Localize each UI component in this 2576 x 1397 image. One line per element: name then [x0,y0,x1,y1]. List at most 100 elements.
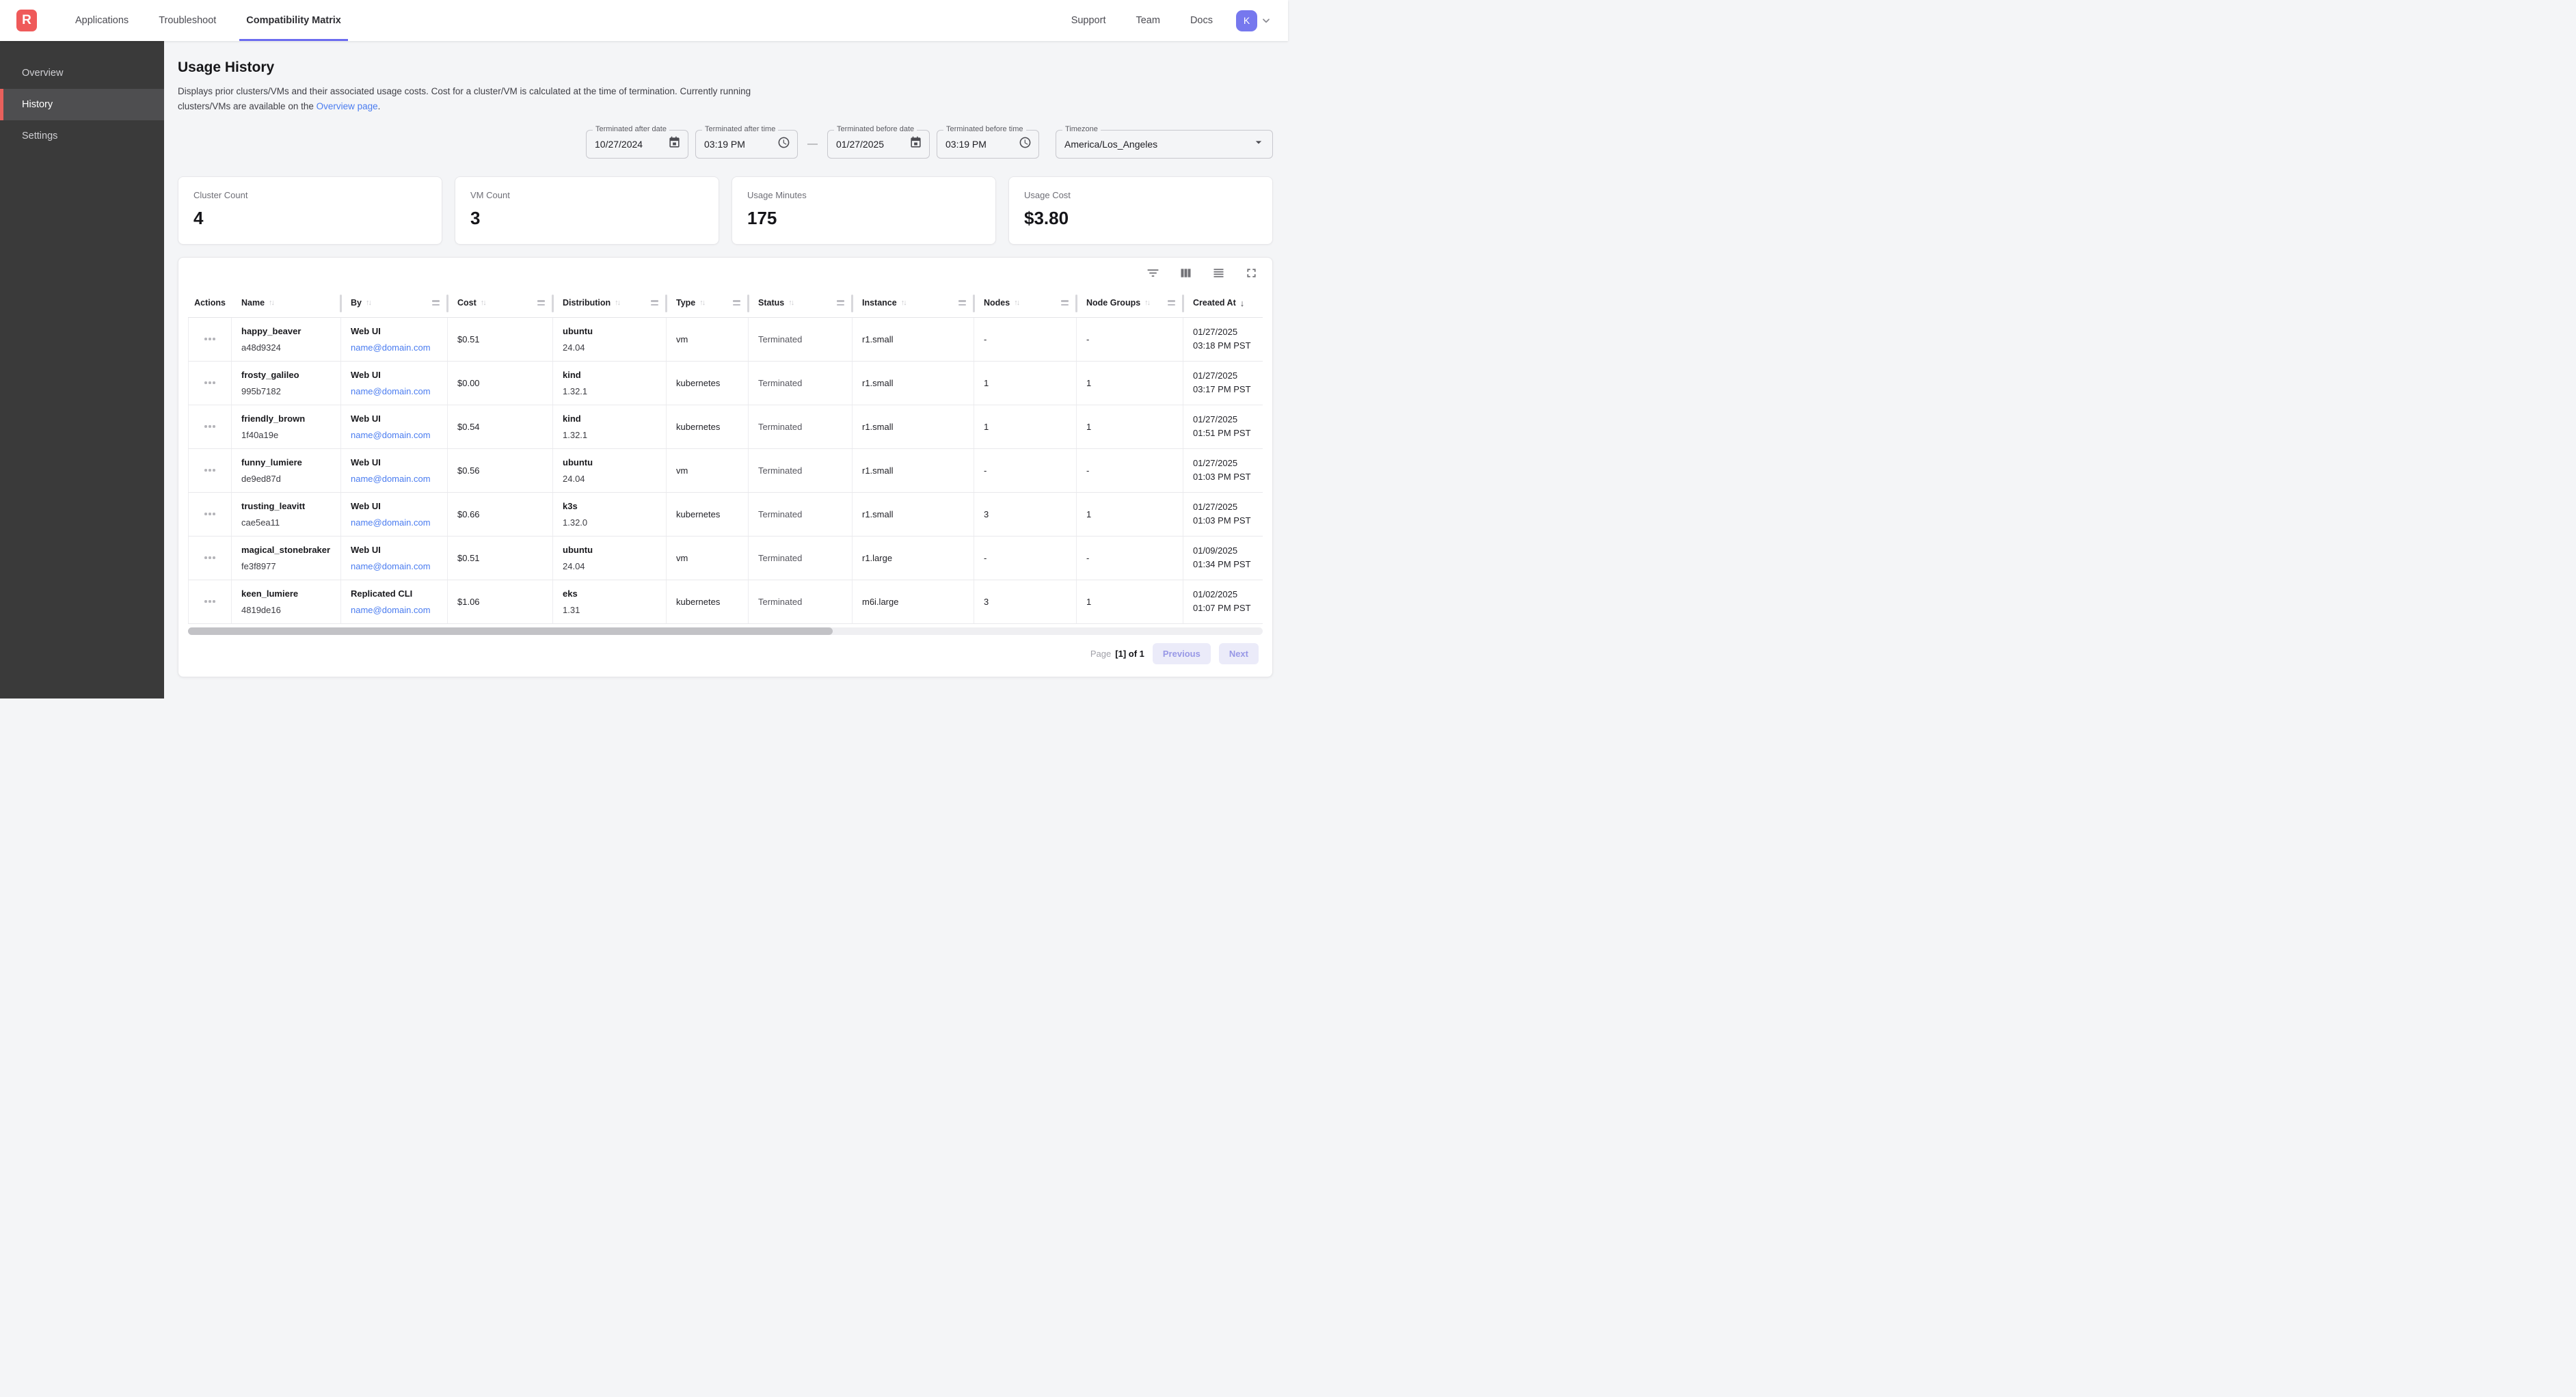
cell-actions[interactable] [188,362,232,405]
sidebar-item-history[interactable]: History [0,89,164,120]
filter-icon[interactable] [1146,266,1160,280]
sort-desc-icon[interactable]: ↓ [1240,298,1245,308]
clock-icon[interactable] [1019,136,1032,152]
created-by-email-link[interactable]: name@domain.com [351,517,438,528]
terminated-before-time-field[interactable]: Terminated before time 03:19 PM [937,130,1039,159]
cell-type: kubernetes [667,580,749,623]
created-by-email-link[interactable]: name@domain.com [351,561,438,571]
terminated-before-date-field[interactable]: Terminated before date 01/27/2025 [827,130,930,159]
column-header-distribution[interactable]: Distribution↑↓ [553,289,667,317]
cell-actions[interactable] [188,580,232,623]
column-filter-icon[interactable] [432,300,440,306]
sort-icon[interactable]: ↑↓ [269,299,273,307]
column-filter-icon[interactable] [1061,300,1069,306]
column-filter-icon[interactable] [651,300,658,306]
column-header-node_groups[interactable]: Node Groups↑↓ [1077,289,1183,317]
cell-actions[interactable] [188,318,232,361]
created-by-email-link[interactable]: name@domain.com [351,474,438,484]
nav-link-support[interactable]: Support [1071,15,1106,26]
columns-icon[interactable] [1179,266,1193,280]
column-header-instance[interactable]: Instance ↑↓ [853,289,974,317]
next-button[interactable]: Next [1219,643,1259,664]
terminated-after-time-field[interactable]: Terminated after time 03:19 PM [695,130,798,159]
created-by-email-link[interactable]: name@domain.com [351,430,438,440]
calendar-icon[interactable] [668,136,681,152]
fullscreen-icon[interactable] [1244,266,1259,280]
sort-icon[interactable]: ↑↓ [788,299,793,307]
cell-actions[interactable] [188,537,232,580]
sidebar-item-settings[interactable]: Settings [0,120,164,152]
column-separator [552,295,554,312]
row-actions-icon[interactable] [204,469,215,472]
cell-actions[interactable] [188,493,232,536]
terminated-after-date-field[interactable]: Terminated after date 10/27/2024 [586,130,688,159]
chevron-down-icon[interactable] [1261,15,1272,26]
column-filter-icon[interactable] [537,300,545,306]
row-actions-icon[interactable] [204,556,215,559]
created-by-email-link[interactable]: name@domain.com [351,386,438,396]
sidebar-item-overview[interactable]: Overview [0,57,164,89]
dot [209,338,211,340]
dot [204,381,207,384]
filter-bar [537,304,545,306]
cell-name: magical_stonebrakerfe3f8977 [232,537,341,580]
cell-created: 01/27/202503:17 PM PST [1183,362,1263,405]
cell-created: 01/09/202501:34 PM PST [1183,537,1263,580]
sort-icon[interactable]: ↑↓ [481,299,485,307]
nodes-value: 3 [984,509,1066,519]
previous-button[interactable]: Previous [1153,643,1211,664]
cell-actions[interactable] [188,449,232,492]
page-title: Usage History [178,59,1273,76]
calendar-icon[interactable] [909,136,922,152]
sort-icon[interactable]: ↑↓ [1144,299,1149,307]
density-icon[interactable] [1211,266,1226,280]
overview-page-link[interactable]: Overview page [317,101,378,111]
column-header-type[interactable]: Type↑↓ [667,289,749,317]
column-header-cost[interactable]: Cost↑↓ [448,289,553,317]
cell-distribution: ubuntu24.04 [553,318,667,361]
clock-icon[interactable] [777,136,790,152]
row-actions-icon[interactable] [204,338,215,340]
row-actions-icon[interactable] [204,425,215,428]
column-filter-icon[interactable] [837,300,844,306]
created-by-email-link[interactable]: name@domain.com [351,342,438,353]
cell-actions[interactable] [188,405,232,448]
column-header-by[interactable]: By↑↓ [341,289,448,317]
sort-icon[interactable]: ↑↓ [615,299,619,307]
nav-tab-compatibility-matrix[interactable]: Compatibility Matrix [239,0,348,41]
column-filter-icon[interactable] [733,300,740,306]
row-actions-icon[interactable] [204,381,215,384]
dropdown-arrow-icon[interactable] [1252,135,1265,152]
column-filter-icon[interactable] [1168,300,1175,306]
timezone-select[interactable]: Timezone America/Los_Angeles [1056,130,1273,159]
sort-icon[interactable]: ↑↓ [366,299,371,307]
column-separator [747,295,749,312]
nav-tab-applications[interactable]: Applications [68,0,135,41]
sort-icon[interactable]: ↑↓ [699,299,704,307]
nodes-value: - [984,465,1066,476]
app-logo[interactable]: R [16,10,37,31]
column-header-status[interactable]: Status↑↓ [749,289,853,317]
nav-link-docs[interactable]: Docs [1190,15,1213,26]
column-header-created[interactable]: Created At↓ [1183,289,1263,317]
column-header-nodes[interactable]: Nodes↑↓ [974,289,1077,317]
distribution-version: 1.32.1 [563,386,656,396]
distribution-name: eks [563,588,656,599]
sort-icon[interactable]: ↑↓ [1014,299,1019,307]
avatar[interactable]: K [1236,10,1257,31]
created-by-email-link[interactable]: name@domain.com [351,605,438,615]
column-header-name[interactable]: Name↑↓ [232,289,341,317]
cell-instance: r1.small [853,405,974,448]
row-actions-icon[interactable] [204,600,215,603]
horizontal-scrollbar-thumb[interactable] [188,627,833,635]
row-actions-icon[interactable] [204,513,215,515]
nav-tab-troubleshoot[interactable]: Troubleshoot [152,0,223,41]
table-row: keen_lumiere4819de16Replicated CLIname@d… [188,580,1263,624]
dot [213,381,215,384]
horizontal-scrollbar-track [188,627,1263,635]
column-filter-icon[interactable] [958,300,966,306]
nav-link-team[interactable]: Team [1136,15,1159,26]
column-label: Instance [862,298,897,308]
dot [204,556,207,559]
sort-icon[interactable]: ↑↓ [901,299,906,307]
